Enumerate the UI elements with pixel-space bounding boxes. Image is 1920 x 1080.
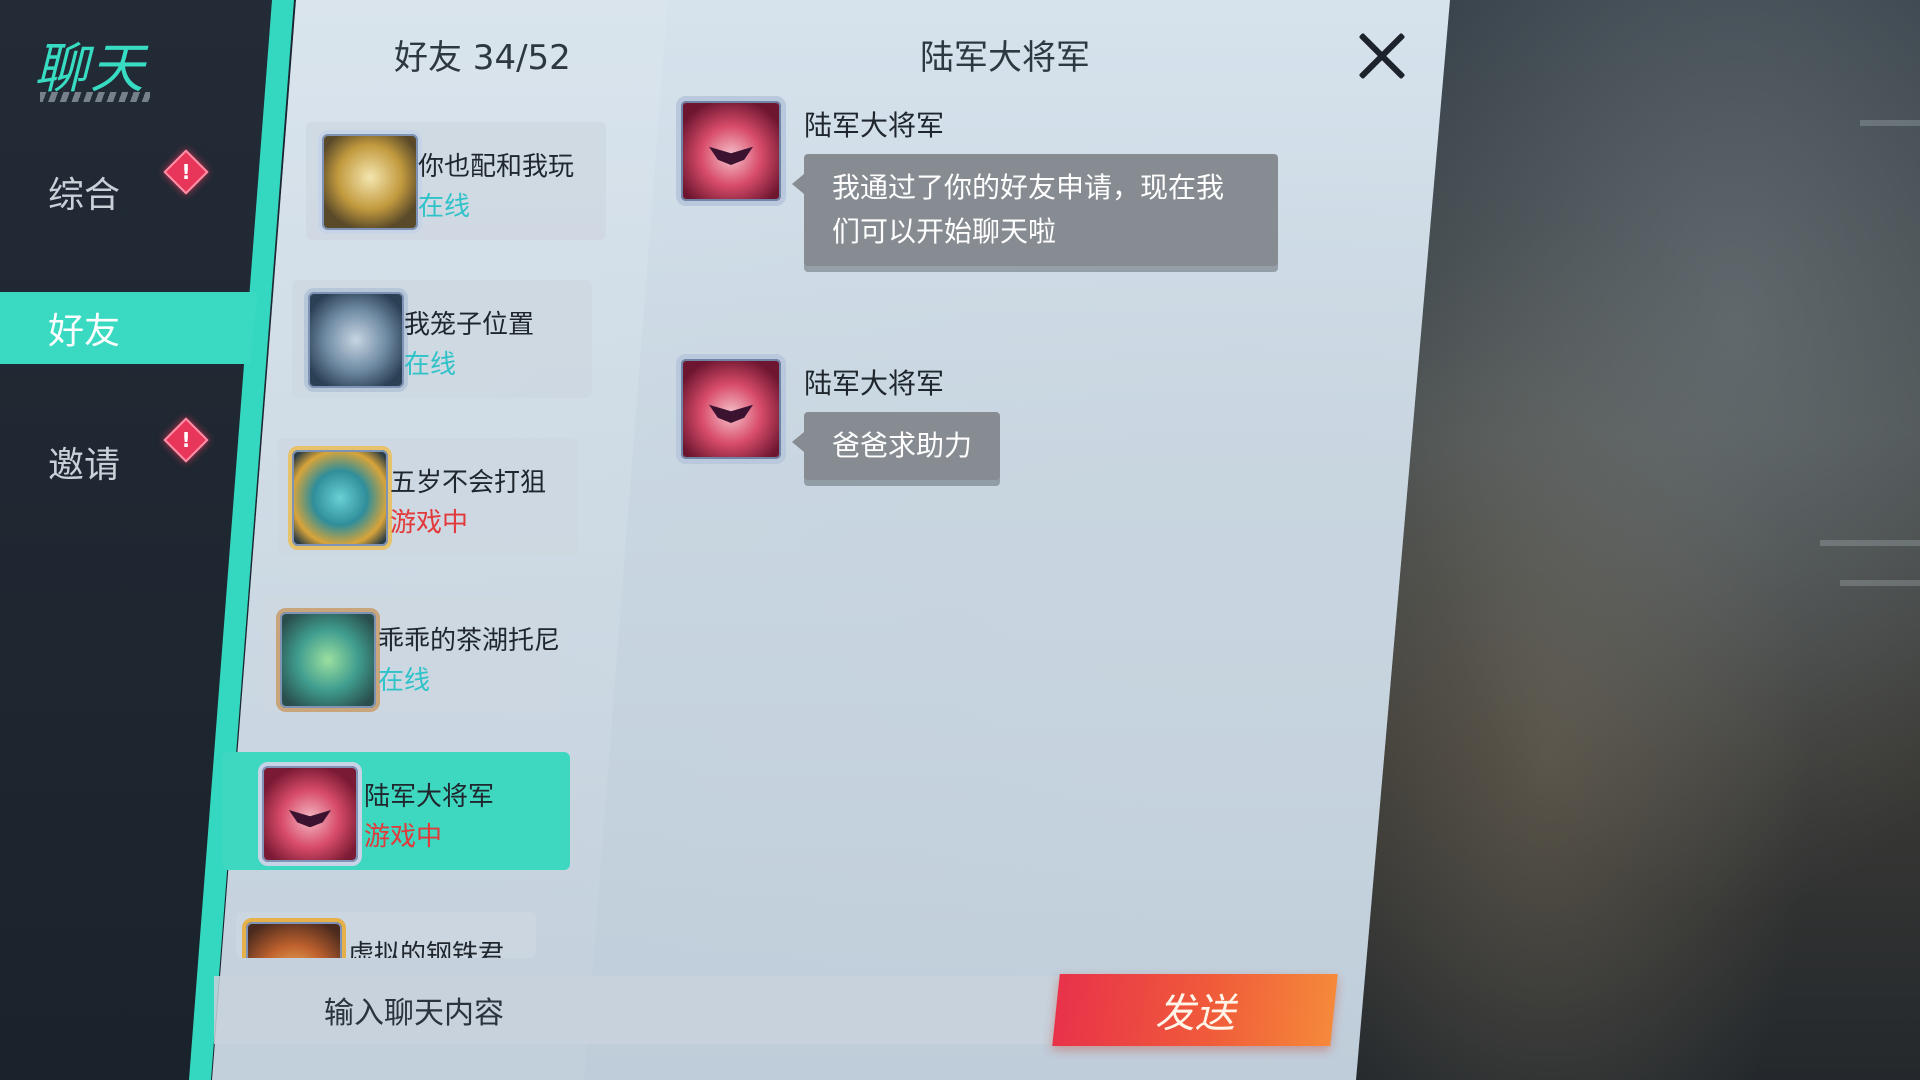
nav-item-friends[interactable]: 好友 [0, 292, 258, 364]
nav-item-label: 综合 [48, 175, 121, 216]
chat-input[interactable]: 输入聊天内容 [214, 976, 1074, 1044]
friend-item[interactable]: 乖乖的茶湖托尼 在线 [262, 596, 562, 714]
nav-item-general[interactable]: 综合 [0, 156, 258, 228]
nav-item-label: 邀请 [48, 445, 121, 486]
message-text: 爸爸求助力 [832, 429, 973, 462]
avatar [304, 288, 408, 392]
friend-status: 在线 [418, 192, 471, 222]
avatar [242, 918, 346, 958]
avatar [276, 608, 380, 712]
friend-status: 游戏中 [364, 822, 443, 852]
nav-item-label: 好友 [48, 311, 121, 352]
avatar [318, 130, 422, 234]
friend-item[interactable]: 你也配和我玩 在线 [306, 122, 606, 240]
chat-title: 陆军大将军 [920, 38, 1090, 78]
friend-name: 你也配和我玩 [418, 152, 575, 182]
message-text: 我通过了你的好友申请，现在我 [832, 171, 1225, 204]
nav-item-invite[interactable]: 邀请 [0, 426, 258, 498]
friend-name: 我笼子位置 [404, 310, 535, 340]
friend-name: 虚拟的钢铁君 [348, 940, 505, 958]
friend-name: 乖乖的茶湖托尼 [378, 626, 561, 656]
message-sender: 陆军大将军 [804, 109, 945, 142]
logo-decoration [40, 92, 150, 102]
message-bubble: 我通过了你的好友申请，现在我 们可以开始聊天啦 [792, 154, 1278, 266]
friend-name: 陆军大将军 [364, 782, 495, 812]
friend-item[interactable]: 我笼子位置 在线 [292, 280, 592, 398]
message-bubble: 爸爸求助力 [791, 412, 1001, 480]
hud-decoration [1860, 120, 1920, 126]
friend-item[interactable]: 五岁不会打狙 游戏中 [278, 438, 578, 556]
chat-input-placeholder: 输入聊天内容 [324, 996, 504, 1031]
close-button[interactable] [1356, 30, 1408, 82]
hud-decoration [1840, 580, 1920, 586]
message-text: 们可以开始聊天啦 [832, 215, 1057, 248]
message-sender: 陆军大将军 [804, 367, 945, 400]
friend-status: 游戏中 [390, 508, 469, 538]
hud-decoration [1820, 540, 1920, 546]
friend-item[interactable]: 虚拟的钢铁君 [236, 912, 536, 958]
send-button-label: 发送 [1155, 991, 1235, 1037]
friend-status: 在线 [378, 666, 431, 696]
friend-item-selected[interactable]: 陆军大将军 游戏中 [222, 752, 570, 870]
friend-status: 在线 [404, 350, 457, 380]
avatar [288, 446, 392, 550]
friends-count-title: 好友 34/52 [394, 38, 571, 78]
send-button[interactable]: 发送 [1052, 974, 1338, 1046]
sender-avatar[interactable] [676, 96, 786, 206]
friend-name: 五岁不会打狙 [390, 468, 547, 498]
avatar [258, 762, 362, 866]
sender-avatar[interactable] [676, 354, 786, 464]
